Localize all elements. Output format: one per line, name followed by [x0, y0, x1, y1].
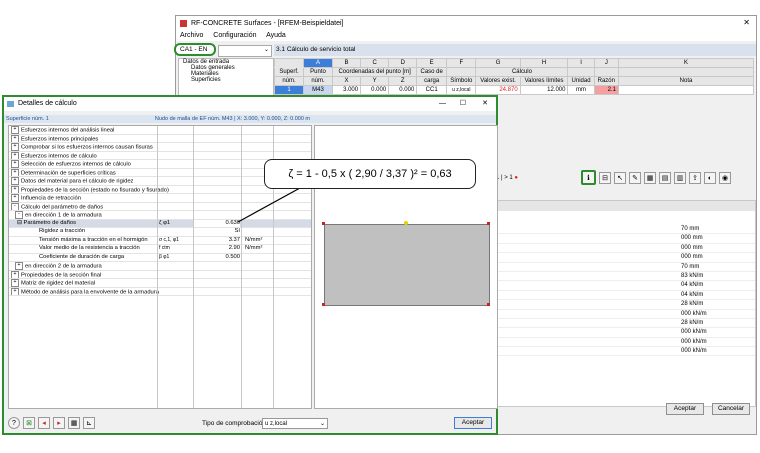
- formula-callout: ζ = 1 - 0,5 x ( 2,90 / 3,37 )² = 0,63: [264, 159, 476, 189]
- formula-text: ζ = 1 - 0,5 x ( 2,90 / 3,37 )² = 0,63: [288, 168, 452, 180]
- callout-pointer: [237, 187, 301, 223]
